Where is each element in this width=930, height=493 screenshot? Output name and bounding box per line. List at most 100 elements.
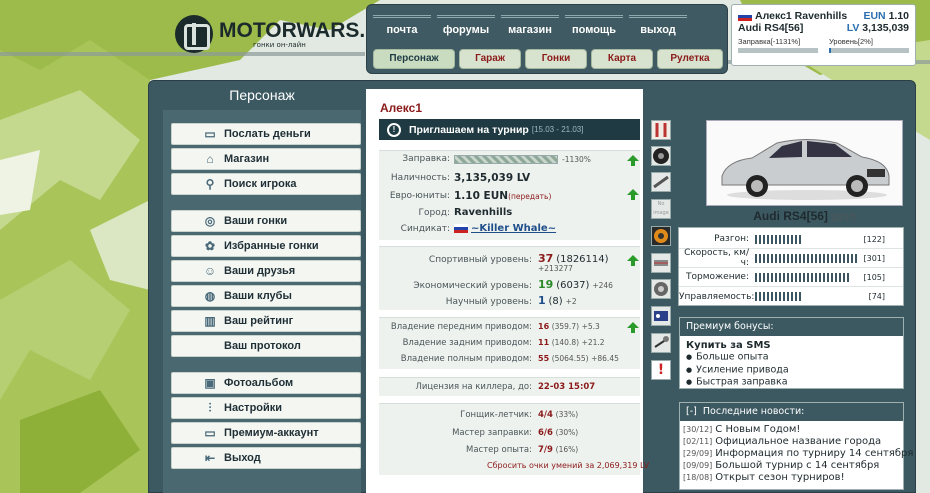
menu-favorite-races[interactable]: ✿ Избранные гонки [171, 235, 361, 257]
menu-friends[interactable]: ☺ Ваши друзья [171, 260, 361, 282]
car-stats: Разгон: [122] Скорость, км/ч: [301] Тормож… [678, 227, 904, 306]
news-collapse-toggle[interactable]: [-] [686, 406, 697, 417]
stat-value: [105] [863, 272, 885, 282]
news-text: Открыт сезон турниров! [715, 472, 845, 483]
exhaust-icon[interactable] [651, 172, 671, 192]
car-name: Audi RS4[56] [12/17] [706, 209, 903, 223]
reset-skills-link[interactable]: Сбросить очки умений за 2,069,319 LV [487, 461, 649, 470]
pilot-skill-pct: (33%) [555, 410, 579, 419]
news-text: Официальное название города [715, 436, 882, 447]
news-item[interactable]: [09/09] Большой турнир с 14 сентября [683, 460, 900, 472]
menu-label: Ваш протокол [224, 340, 301, 352]
syndicate-label: Синдикат: [400, 223, 450, 234]
news-item[interactable]: [30/12] С Новым Годом! [683, 424, 900, 436]
news-item[interactable]: [29/09] Информация по турниру 14 сентября [683, 448, 913, 460]
news-item[interactable]: [18/08] Открыт сезон турниров! [683, 472, 900, 484]
search-icon: ⚲ [205, 177, 215, 191]
fuel-skill-pct: (30%) [555, 428, 579, 437]
tab-roulette[interactable]: Рулетка [657, 49, 723, 69]
menu-player-search[interactable]: ⚲ Поиск игрока [171, 173, 361, 195]
menu-clubs[interactable]: ◍ Ваши клубы [171, 285, 361, 307]
radio-icon[interactable] [651, 306, 671, 326]
stat-value: [122] [863, 234, 885, 244]
tire-icon[interactable] [651, 146, 671, 166]
stat-bar [755, 272, 851, 282]
menu-protocol[interactable]: Ваш протокол [171, 335, 361, 357]
user-summary: Алекс1 Ravenhills EUN 1.10 Audi RS4[56] … [731, 4, 916, 66]
news-date: [18/08] [683, 473, 713, 482]
site-logo[interactable]: MOTORWARS.RU гонки он-лайн [175, 15, 396, 53]
bonus-item: Усиление привода [686, 364, 897, 377]
front-drive-value: 16 [538, 322, 550, 331]
pilot-skill-value: 4/4 [538, 410, 553, 420]
nav-shop[interactable]: магазин [501, 15, 559, 36]
tab-garage[interactable]: Гараж [459, 49, 521, 69]
menu-settings[interactable]: ⫶ Настройки [171, 397, 361, 419]
menu-shop[interactable]: ⌂ Магазин [171, 148, 361, 170]
lv-label: LV [846, 22, 860, 34]
sport-level-row: Спортивный уровень: 37 (1826114) [380, 252, 609, 265]
tournament-banner[interactable]: ! Приглашаем на турнир [15.03 - 21.03] [379, 119, 640, 140]
user-name[interactable]: Алекс1 Ravenhills [755, 10, 847, 22]
menu-exit[interactable]: ⇤ Выход [171, 447, 361, 469]
nav-forums[interactable]: форумы [437, 15, 495, 36]
rear-drive-label: Владение задним приводом: [402, 338, 532, 348]
no-image-icon[interactable]: No image [651, 199, 671, 219]
friends-icon: ☺ [203, 264, 217, 278]
exp-skill-pct: (16%) [555, 445, 579, 454]
tab-map[interactable]: Карта [591, 49, 653, 69]
econ-level-label: Экономический уровень: [413, 281, 532, 291]
menu-your-races[interactable]: ◎ Ваши гонки [171, 210, 361, 232]
exit-icon: ⇤ [204, 451, 216, 465]
stat-label: Торможение: [686, 272, 749, 282]
news-box: [-] Последние новости: [30/12] С Новым Го… [679, 402, 913, 490]
econ-level-delta: +246 [592, 281, 613, 290]
car-image[interactable] [706, 120, 903, 206]
news-title: Последние новости: [702, 406, 805, 417]
engine-part-icon[interactable] [651, 253, 671, 273]
premium-box: Премиум бонусы: Купить за SMS Больше опы… [679, 317, 904, 389]
user-car[interactable]: Audi RS4[56] [738, 22, 803, 34]
user-level-bar [829, 48, 909, 53]
sci-level-delta: +2 [565, 297, 577, 306]
econ-level-row: Экономический уровень: 19 (6037) +246 [380, 278, 613, 291]
euro-row: Евро-юниты: 1.10 EUN (передать) [380, 190, 552, 202]
news-date: [02/11] [683, 437, 713, 446]
stat-handling: Управляемость: [74] [679, 287, 903, 306]
car-count: [12/17] [831, 213, 856, 222]
euro-transfer-link[interactable]: (передать) [508, 192, 551, 201]
tournament-text: Приглашаем на турнир [409, 123, 529, 136]
warning-icon[interactable]: ! [651, 360, 671, 380]
rear-drive-row: Владение задним приводом: 11 (140.8) +21… [380, 338, 605, 348]
favorite-races-icon: ✿ [204, 239, 216, 253]
tab-character[interactable]: Персонаж [373, 49, 455, 69]
syndicate-link[interactable]: ~Killer Whale~ [471, 223, 556, 234]
suspension-icon[interactable] [651, 120, 671, 140]
bonus-item: Больше опыта [686, 351, 897, 364]
sci-level-label: Научный уровень: [445, 297, 532, 307]
menu-rating[interactable]: ▥ Ваш рейтинг [171, 310, 361, 332]
menu-premium[interactable]: ▭ Премиум-аккаунт [171, 422, 361, 444]
menu-send-money[interactable]: ▭ Послать деньги [171, 123, 361, 145]
stat-bar [755, 234, 803, 244]
brake-disc-icon[interactable] [651, 226, 671, 246]
mirror-icon[interactable] [651, 333, 671, 353]
stat-label: Скорость, км/ч: [684, 248, 749, 268]
menu-photo-album[interactable]: ▣ Фотоальбом [171, 372, 361, 394]
nav-help[interactable]: помощь [565, 15, 623, 36]
money-icon: ▭ [204, 127, 216, 141]
nav-mail[interactable]: почта [373, 15, 431, 36]
city-label: Город: [418, 207, 450, 218]
full-drive-row: Владение полным приводом: 55 (5064.55) +… [380, 354, 619, 364]
turbo-icon[interactable] [651, 279, 671, 299]
rating-icon: ▥ [204, 314, 216, 328]
menu-label: Настройки [224, 402, 283, 414]
news-header: [-] Последние новости: [680, 403, 903, 421]
nav-exit[interactable]: выход [629, 15, 687, 36]
full-drive-value: 55 [538, 354, 550, 363]
tab-races[interactable]: Гонки [525, 49, 587, 69]
buy-sms-link[interactable]: Купить за SMS [686, 340, 897, 351]
news-item[interactable]: [02/11] Официальное название города [683, 436, 900, 448]
full-drive-label: Владение полным приводом: [400, 354, 532, 364]
city-row: Город: Ravenhills [380, 207, 513, 218]
